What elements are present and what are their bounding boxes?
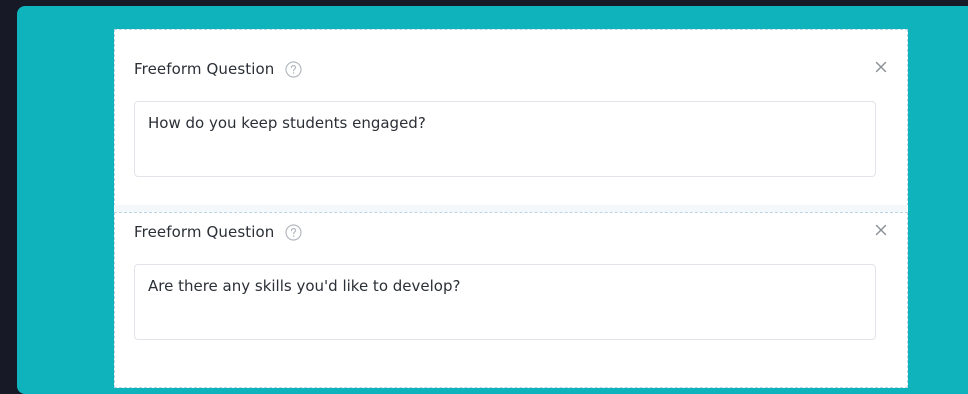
freeform-question-card: Freeform Question How do you keep studen… (114, 29, 908, 206)
help-circle-icon[interactable] (285, 223, 302, 241)
freeform-question-card: Freeform Question Are there any skills y… (114, 212, 908, 388)
close-icon (875, 224, 887, 236)
remove-question-button[interactable] (873, 59, 889, 75)
card-header: Freeform Question (134, 58, 302, 80)
question-type-title: Freeform Question (134, 223, 275, 241)
card-header: Freeform Question (134, 221, 302, 243)
card-divider (114, 205, 908, 212)
help-circle-icon[interactable] (285, 60, 302, 78)
teal-panel: Freeform Question How do you keep studen… (17, 6, 968, 394)
question-text-field[interactable]: How do you keep students engaged? (134, 101, 876, 177)
question-list: Freeform Question How do you keep studen… (114, 29, 908, 388)
question-type-title: Freeform Question (134, 60, 275, 78)
remove-question-button[interactable] (873, 222, 889, 238)
question-text-field[interactable]: Are there any skills you'd like to devel… (134, 264, 876, 340)
close-icon (875, 61, 887, 73)
